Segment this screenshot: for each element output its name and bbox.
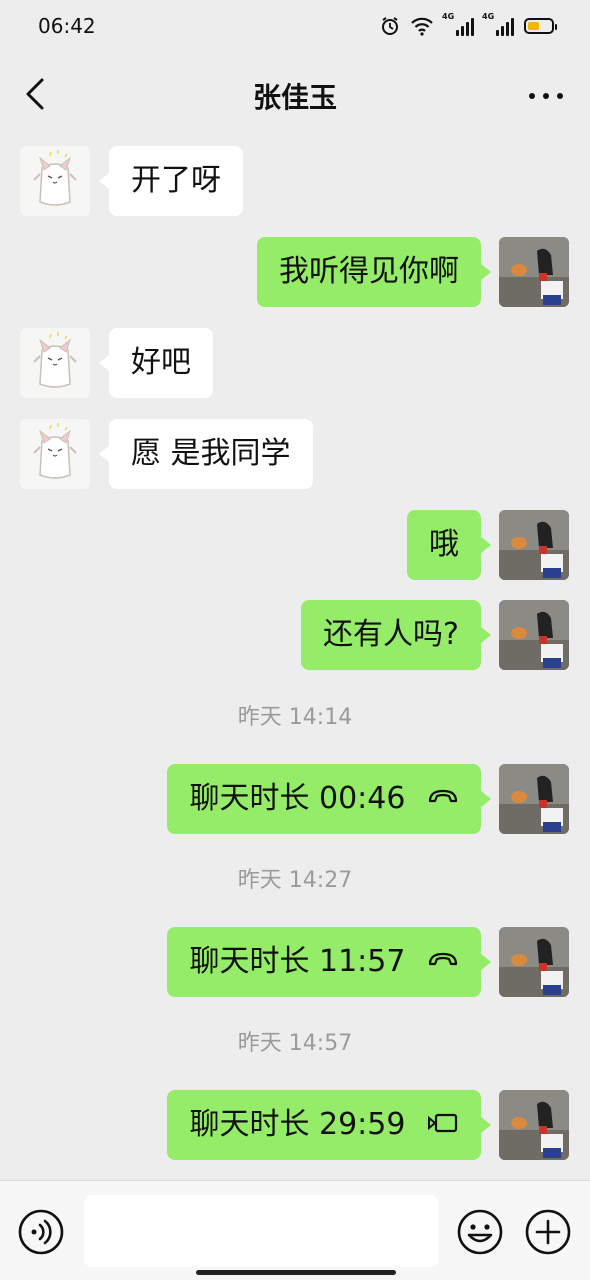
chat-header: 张佳玉 (0, 52, 590, 136)
photo-avatar-icon (499, 510, 569, 580)
message-text: 聊天时长 00:46 (189, 781, 406, 816)
input-bar (0, 1180, 590, 1280)
timestamp: 昨天 14:14 (237, 705, 353, 730)
emoji-button[interactable] (455, 1207, 505, 1257)
plus-circle-icon (525, 1209, 571, 1255)
message-text: 我听得见你啊 (279, 254, 459, 289)
alarm-icon (380, 16, 400, 36)
my-avatar[interactable] (499, 600, 569, 670)
more-button[interactable] (526, 78, 566, 114)
photo-avatar-icon (499, 927, 569, 997)
message-text: 哦 (429, 527, 459, 562)
message-text: 愿 是我同学 (131, 436, 291, 471)
call-record-bubble[interactable]: 聊天时长 00:46 (167, 764, 491, 834)
voice-input-button[interactable] (16, 1207, 66, 1257)
contact-avatar[interactable] (20, 146, 90, 216)
message-text: 聊天时长 11:57 (189, 944, 406, 979)
contact-avatar[interactable] (20, 419, 90, 489)
my-avatar[interactable] (499, 927, 569, 997)
more-functions-button[interactable] (523, 1207, 573, 1257)
battery-level (528, 22, 539, 30)
chat-title: 张佳玉 (252, 81, 337, 114)
message-bubble-incoming[interactable]: 愿 是我同学 (99, 419, 313, 489)
my-avatar[interactable] (499, 764, 569, 834)
message-text: 还有人吗? (323, 617, 459, 652)
voice-mode-icon (18, 1209, 64, 1255)
photo-avatar-icon (499, 764, 569, 834)
home-indicator[interactable] (196, 1270, 396, 1275)
network-type-2: 4G (482, 12, 495, 21)
battery-icon (524, 18, 557, 34)
message-bubble-incoming[interactable]: 好吧 (99, 328, 213, 398)
call-record-bubble[interactable]: 聊天时长 11:57 (167, 927, 491, 997)
message-bubble-outgoing[interactable]: 我听得见你啊 (257, 237, 491, 307)
call-record-bubble[interactable]: 聊天时长 29:59 (167, 1090, 491, 1160)
message-text: 好吧 (131, 345, 191, 380)
network-type-1: 4G (442, 12, 455, 21)
signal-icon-1: 4G (442, 12, 474, 36)
status-time: 06:42 (38, 14, 96, 38)
video-call-icon (428, 1113, 458, 1132)
emoji-icon (457, 1209, 503, 1255)
voice-call-icon (428, 952, 458, 965)
photo-avatar-icon (499, 600, 569, 670)
photo-avatar-icon (499, 1090, 569, 1160)
my-avatar[interactable] (499, 510, 569, 580)
my-avatar[interactable] (499, 1090, 569, 1160)
more-dots-icon (529, 93, 563, 99)
message-bubble-outgoing[interactable]: 还有人吗? (301, 600, 491, 670)
photo-avatar-icon (499, 237, 569, 307)
cat-avatar-icon (33, 423, 77, 479)
cat-avatar-icon (33, 332, 77, 388)
message-text: 开了呀 (131, 163, 221, 198)
status-icons: 4G 4G (380, 12, 557, 38)
wifi-icon (410, 16, 434, 36)
cat-avatar-icon (33, 150, 77, 206)
voice-call-icon (428, 789, 458, 802)
signal-icon-2: 4G (482, 12, 514, 36)
message-text: 聊天时长 29:59 (189, 1107, 406, 1142)
my-avatar[interactable] (499, 237, 569, 307)
timestamp: 昨天 14:57 (237, 1031, 353, 1056)
status-bar: 06:42 4G 4G (0, 0, 590, 52)
timestamp: 昨天 14:27 (237, 868, 353, 893)
message-input[interactable] (84, 1195, 438, 1267)
message-bubble-incoming[interactable]: 开了呀 (99, 146, 243, 216)
contact-avatar[interactable] (20, 328, 90, 398)
message-bubble-outgoing[interactable]: 哦 (407, 510, 491, 580)
